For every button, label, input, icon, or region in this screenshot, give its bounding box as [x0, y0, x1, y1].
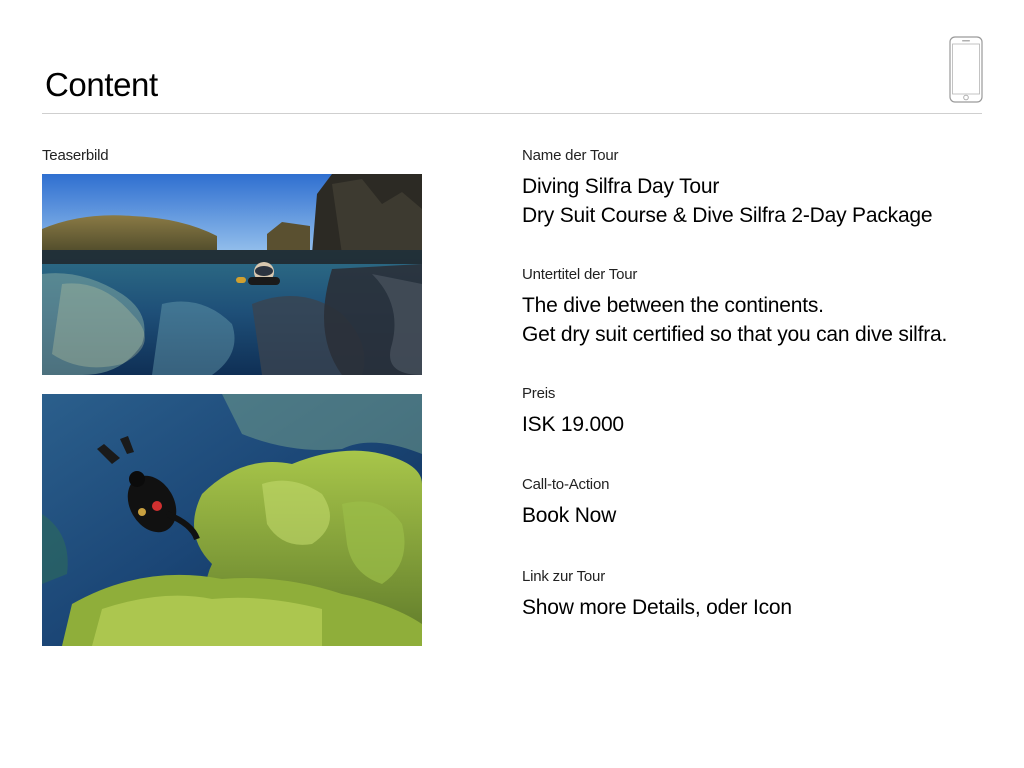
tour-name-label: Name der Tour [522, 147, 619, 164]
title-divider [42, 113, 982, 114]
cta-value[interactable]: Book Now [522, 501, 616, 530]
tour-subtitle-line: Get dry suit certified so that you can d… [522, 323, 948, 346]
tour-name-value: Diving Silfra Day Tour Dry Suit Course &… [522, 172, 933, 230]
teaser-label: Teaserbild [42, 147, 109, 164]
price-value: ISK 19.000 [522, 410, 624, 439]
smartphone-icon[interactable] [949, 36, 983, 103]
price-label: Preis [522, 385, 556, 402]
cta-label: Call-to-Action [522, 476, 610, 493]
price-text: ISK 19.000 [522, 413, 624, 436]
tour-subtitle-line: The dive between the continents. [522, 294, 824, 317]
tour-link-label: Link zur Tour [522, 568, 605, 585]
page-title: Content [45, 66, 158, 103]
tour-link-value[interactable]: Show more Details, oder Icon [522, 593, 792, 622]
show-more-details-link[interactable]: Show more Details, oder Icon [522, 593, 792, 622]
tour-name-line: Dry Suit Course & Dive Silfra 2-Day Pack… [522, 204, 933, 227]
tour-subtitle-value: The dive between the continents. Get dry… [522, 291, 947, 349]
tour-name-line: Diving Silfra Day Tour [522, 175, 720, 198]
teaser-image-diver-algae [42, 394, 422, 646]
tour-subtitle-label: Untertitel der Tour [522, 266, 638, 283]
book-now-button[interactable]: Book Now [522, 501, 616, 530]
teaser-image-split-view [42, 174, 422, 375]
